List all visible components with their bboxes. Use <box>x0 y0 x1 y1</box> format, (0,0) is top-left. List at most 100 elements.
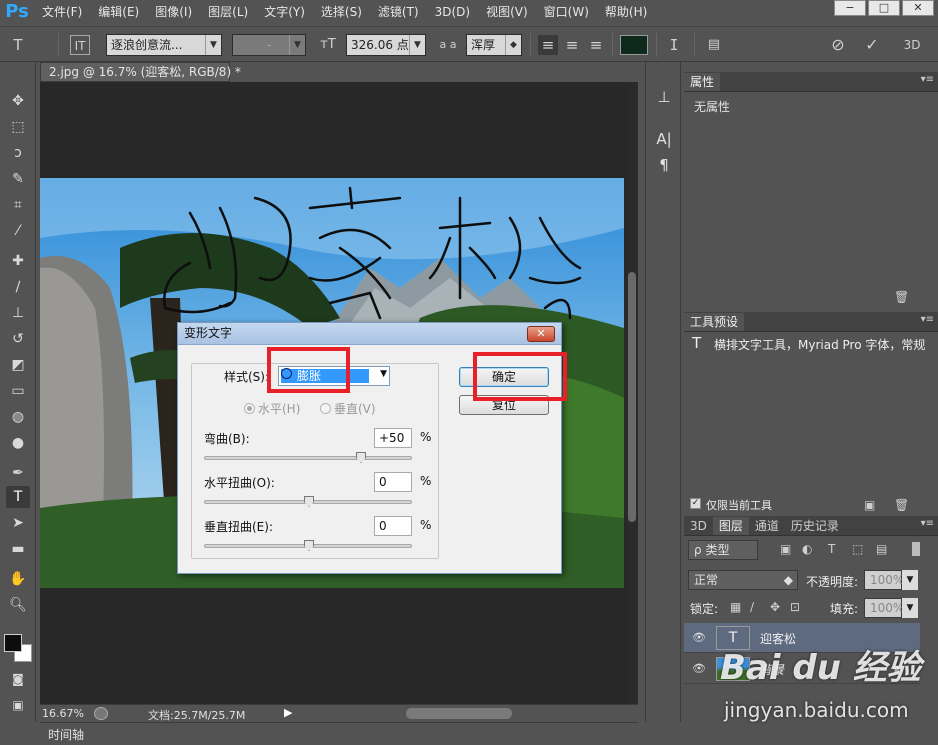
panel-menu-icon[interactable]: ▾≡ <box>921 314 934 325</box>
paragraph-icon[interactable]: ¶ <box>653 154 675 176</box>
filter-shape-icon[interactable]: ⬚ <box>852 542 863 556</box>
crop-tool-icon[interactable]: ⌗ <box>6 194 30 216</box>
timeline-panel-bar[interactable]: 时间轴 <box>40 722 638 745</box>
quick-mask-icon[interactable]: ◙ <box>6 668 30 690</box>
character-icon[interactable]: A| <box>653 128 675 150</box>
brush-tool-icon[interactable]: ∕ <box>6 276 30 298</box>
menu-window[interactable]: 窗口(W) <box>536 0 597 24</box>
status-menu-arrow-icon[interactable]: ▶ <box>284 706 292 719</box>
vertical-distortion-slider[interactable] <box>204 540 412 551</box>
tab-channels[interactable]: 通道 <box>749 517 785 535</box>
panel-menu-icon[interactable]: ▾≡ <box>921 518 934 529</box>
cancel-icon[interactable]: ⊘ <box>828 35 848 55</box>
healing-brush-tool-icon[interactable]: ✚ <box>6 250 30 272</box>
hand-tool-icon[interactable]: ✋ <box>6 568 30 590</box>
3d-button[interactable]: 3D <box>900 35 924 55</box>
dodge-tool-icon[interactable]: ● <box>6 432 30 454</box>
text-color-swatch[interactable] <box>620 35 648 55</box>
new-preset-icon[interactable]: ▣ <box>864 498 875 512</box>
scrollbar-thumb[interactable] <box>628 272 636 522</box>
lock-paint-icon[interactable]: ∕ <box>750 600 754 614</box>
filter-smart-object-icon[interactable]: ▤ <box>876 542 887 556</box>
close-window-button[interactable]: ✕ <box>902 0 934 16</box>
menu-view[interactable]: 视图(V) <box>478 0 536 24</box>
lock-position-icon[interactable]: ✥ <box>770 600 780 614</box>
bend-input[interactable]: +50 <box>374 428 412 448</box>
trash-icon[interactable]: 🗑︎ <box>894 290 909 304</box>
filter-toggle[interactable] <box>912 542 920 556</box>
zoom-tool-icon[interactable]: 🔍︎ <box>6 594 30 616</box>
commit-check-icon[interactable]: ✓ <box>862 35 882 55</box>
bend-slider[interactable] <box>204 452 412 463</box>
align-center-icon[interactable]: ≡ <box>562 35 582 55</box>
maximize-button[interactable]: □ <box>868 0 900 16</box>
status-info-icon[interactable] <box>94 707 108 720</box>
font-size-select[interactable]: 326.06 点 ▼ <box>346 34 426 56</box>
vertical-distortion-input[interactable]: 0 <box>374 516 412 536</box>
opacity-input[interactable]: 100% <box>864 570 904 590</box>
path-select-tool-icon[interactable]: ➤ <box>6 512 30 534</box>
anti-alias-select[interactable]: 浑厚 ◆ <box>466 34 522 56</box>
lock-all-icon[interactable]: ⊡ <box>790 600 800 614</box>
vertical-distortion-thumb[interactable] <box>304 540 314 551</box>
horizontal-distortion-thumb[interactable] <box>304 496 314 507</box>
horizontal-distortion-slider[interactable] <box>204 496 412 507</box>
quick-select-tool-icon[interactable]: ✎ <box>6 168 30 190</box>
eye-icon[interactable]: 👁︎ <box>692 631 706 644</box>
horizontal-scrollbar-thumb[interactable] <box>406 708 512 719</box>
font-style-select[interactable]: - ▼ <box>232 34 306 56</box>
zoom-level[interactable]: 16.67% <box>42 707 84 720</box>
menu-edit[interactable]: 编辑(E) <box>90 0 147 24</box>
horizontal-radio[interactable] <box>244 403 255 414</box>
menu-filter[interactable]: 滤镜(T) <box>370 0 427 24</box>
align-right-icon[interactable]: ≡ <box>586 35 606 55</box>
menu-type[interactable]: 文字(Y) <box>256 0 313 24</box>
fill-input[interactable]: 100% <box>864 598 904 618</box>
eyedropper-tool-icon[interactable]: ⁄ <box>6 220 30 242</box>
character-panel-icon[interactable]: ▤ <box>704 35 724 55</box>
menu-select[interactable]: 选择(S) <box>313 0 370 24</box>
menu-file[interactable]: 文件(F) <box>34 0 90 24</box>
marquee-tool-icon[interactable]: ⬚ <box>6 116 30 138</box>
history-brush-tool-icon[interactable]: ↺ <box>6 328 30 350</box>
menu-help[interactable]: 帮助(H) <box>597 0 655 24</box>
panel-menu-icon[interactable]: ▾≡ <box>921 74 934 85</box>
vertical-radio[interactable] <box>320 403 331 414</box>
blend-mode-select[interactable]: 正常 ◆ <box>688 570 798 590</box>
chevron-down-icon[interactable]: ▼ <box>902 598 918 618</box>
eye-icon[interactable]: 👁︎ <box>692 662 706 675</box>
blur-tool-icon[interactable]: ◍ <box>6 406 30 428</box>
tab-properties[interactable]: 属性 <box>684 73 721 91</box>
chevron-down-icon[interactable]: ▼ <box>902 570 918 590</box>
tab-3d[interactable]: 3D <box>684 517 713 535</box>
tool-preset-item[interactable]: 横排文字工具，Myriad Pro 字体，常规 <box>714 336 925 353</box>
filter-type-icon[interactable]: T <box>828 542 835 556</box>
filter-adjustment-icon[interactable]: ◐ <box>802 542 812 556</box>
move-tool-icon[interactable]: ✥ <box>6 90 30 112</box>
filter-pixel-icon[interactable]: ▣ <box>780 542 791 556</box>
timeline-tab[interactable]: 时间轴 <box>48 726 84 743</box>
text-orientation-icon[interactable]: IT <box>70 35 90 55</box>
layer-filter-select[interactable]: ρ 类型 <box>688 540 758 560</box>
menu-image[interactable]: 图像(I) <box>147 0 200 24</box>
lock-transparent-icon[interactable]: ▦ <box>730 600 741 614</box>
font-family-select[interactable]: 逐浪创意流... ▼ <box>106 34 222 56</box>
tab-layers[interactable]: 图层 <box>712 517 749 535</box>
gradient-tool-icon[interactable]: ▭ <box>6 380 30 402</box>
type-tool-icon[interactable]: T <box>8 35 28 55</box>
foreground-color-swatch-top[interactable] <box>4 634 22 652</box>
tab-history[interactable]: 历史记录 <box>785 517 845 535</box>
horizontal-distortion-input[interactable]: 0 <box>374 472 412 492</box>
lasso-tool-icon[interactable]: ↄ <box>6 142 30 164</box>
menu-3d[interactable]: 3D(D) <box>427 0 478 24</box>
clone-stamp-tool-icon[interactable]: ⊥ <box>6 302 30 324</box>
screen-mode-icon[interactable]: ▣ <box>6 694 30 716</box>
eraser-tool-icon[interactable]: ◩ <box>6 354 30 376</box>
menu-layer[interactable]: 图层(L) <box>200 0 256 24</box>
document-tab[interactable]: 2.jpg @ 16.7% (迎客松, RGB/8) * <box>40 62 241 82</box>
align-left-icon[interactable]: ≡ <box>538 35 558 55</box>
shape-tool-icon[interactable]: ▬ <box>6 538 30 560</box>
bend-slider-thumb[interactable] <box>356 452 366 463</box>
dialog-close-button[interactable]: ✕ <box>527 326 555 342</box>
tab-tool-presets[interactable]: 工具预设 <box>684 313 745 331</box>
